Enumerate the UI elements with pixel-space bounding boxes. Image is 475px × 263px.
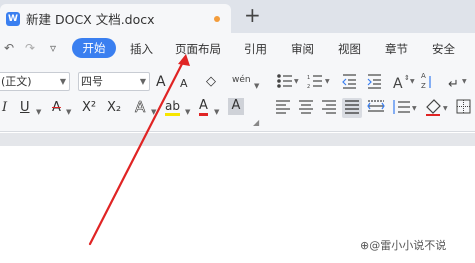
title-bar: W 新建 DOCX 文档.docx + xyxy=(0,0,475,33)
text-effect-button[interactable]: A xyxy=(135,99,146,116)
italic-button[interactable]: I xyxy=(2,100,7,116)
highlight-button[interactable]: ab xyxy=(165,99,180,116)
redo-icon[interactable]: ↷ xyxy=(25,41,35,55)
menu-bar: ↶ ↷ ▿ 开始 插入 页面布局 引用 审阅 视图 章节 安全 xyxy=(0,33,475,63)
clear-format-icon[interactable]: ◇ xyxy=(206,74,216,90)
undo-icon[interactable]: ↶ xyxy=(4,41,14,55)
ruler-band xyxy=(0,133,475,146)
underline-button[interactable]: U xyxy=(20,100,30,116)
tab-references[interactable]: 引用 xyxy=(244,41,267,57)
chevron-down-icon[interactable]: ▼ xyxy=(185,104,190,120)
pinyin-guide-icon[interactable]: wén xyxy=(232,72,251,88)
chevron-down-icon: ▼ xyxy=(139,77,146,86)
font-name-select[interactable]: (正文) ▼ xyxy=(0,72,70,91)
tab-review[interactable]: 审阅 xyxy=(291,41,314,57)
wps-writer-icon: W xyxy=(6,11,20,26)
document-tab[interactable]: W 新建 DOCX 文档.docx xyxy=(0,4,231,33)
char-shading-button[interactable]: A xyxy=(228,98,244,115)
chevron-down-icon[interactable]: ▼ xyxy=(36,104,41,120)
font-dialog-launcher-icon[interactable]: ◢ xyxy=(253,118,259,127)
shrink-font-icon[interactable]: A xyxy=(180,76,188,92)
new-tab-button[interactable]: + xyxy=(244,5,261,25)
document-title: 新建 DOCX 文档.docx xyxy=(26,12,155,27)
font-size-value: 四号 xyxy=(81,75,103,88)
tab-view[interactable]: 视图 xyxy=(338,41,361,57)
font-name-value: (正文) xyxy=(1,75,32,88)
justify-selected-bg xyxy=(342,98,362,118)
strikethrough-button[interactable]: A xyxy=(52,100,61,116)
chevron-down-icon: ▼ xyxy=(59,77,66,86)
grow-font-icon[interactable]: A xyxy=(156,74,166,90)
watermark-text: ⊕@雷小小说不说 xyxy=(360,239,447,252)
tab-insert[interactable]: 插入 xyxy=(130,41,153,57)
unsaved-indicator-icon xyxy=(214,16,220,22)
tab-security[interactable]: 安全 xyxy=(432,41,455,57)
chevron-down-icon[interactable]: ▼ xyxy=(254,78,259,94)
subscript-button[interactable]: X₂ xyxy=(107,100,121,116)
chevron-down-icon[interactable]: ▼ xyxy=(151,104,156,120)
font-color-button[interactable]: A xyxy=(199,99,208,116)
tab-section[interactable]: 章节 xyxy=(385,41,408,57)
more-dropdown-icon[interactable]: ▿ xyxy=(50,41,56,55)
tab-page-layout[interactable]: 页面布局 xyxy=(175,41,221,57)
chevron-down-icon[interactable]: ▼ xyxy=(66,104,71,120)
tab-home[interactable]: 开始 xyxy=(72,38,116,58)
superscript-button[interactable]: X² xyxy=(82,100,96,116)
font-size-select[interactable]: 四号 ▼ xyxy=(78,72,150,91)
chevron-down-icon[interactable]: ▼ xyxy=(214,104,219,120)
